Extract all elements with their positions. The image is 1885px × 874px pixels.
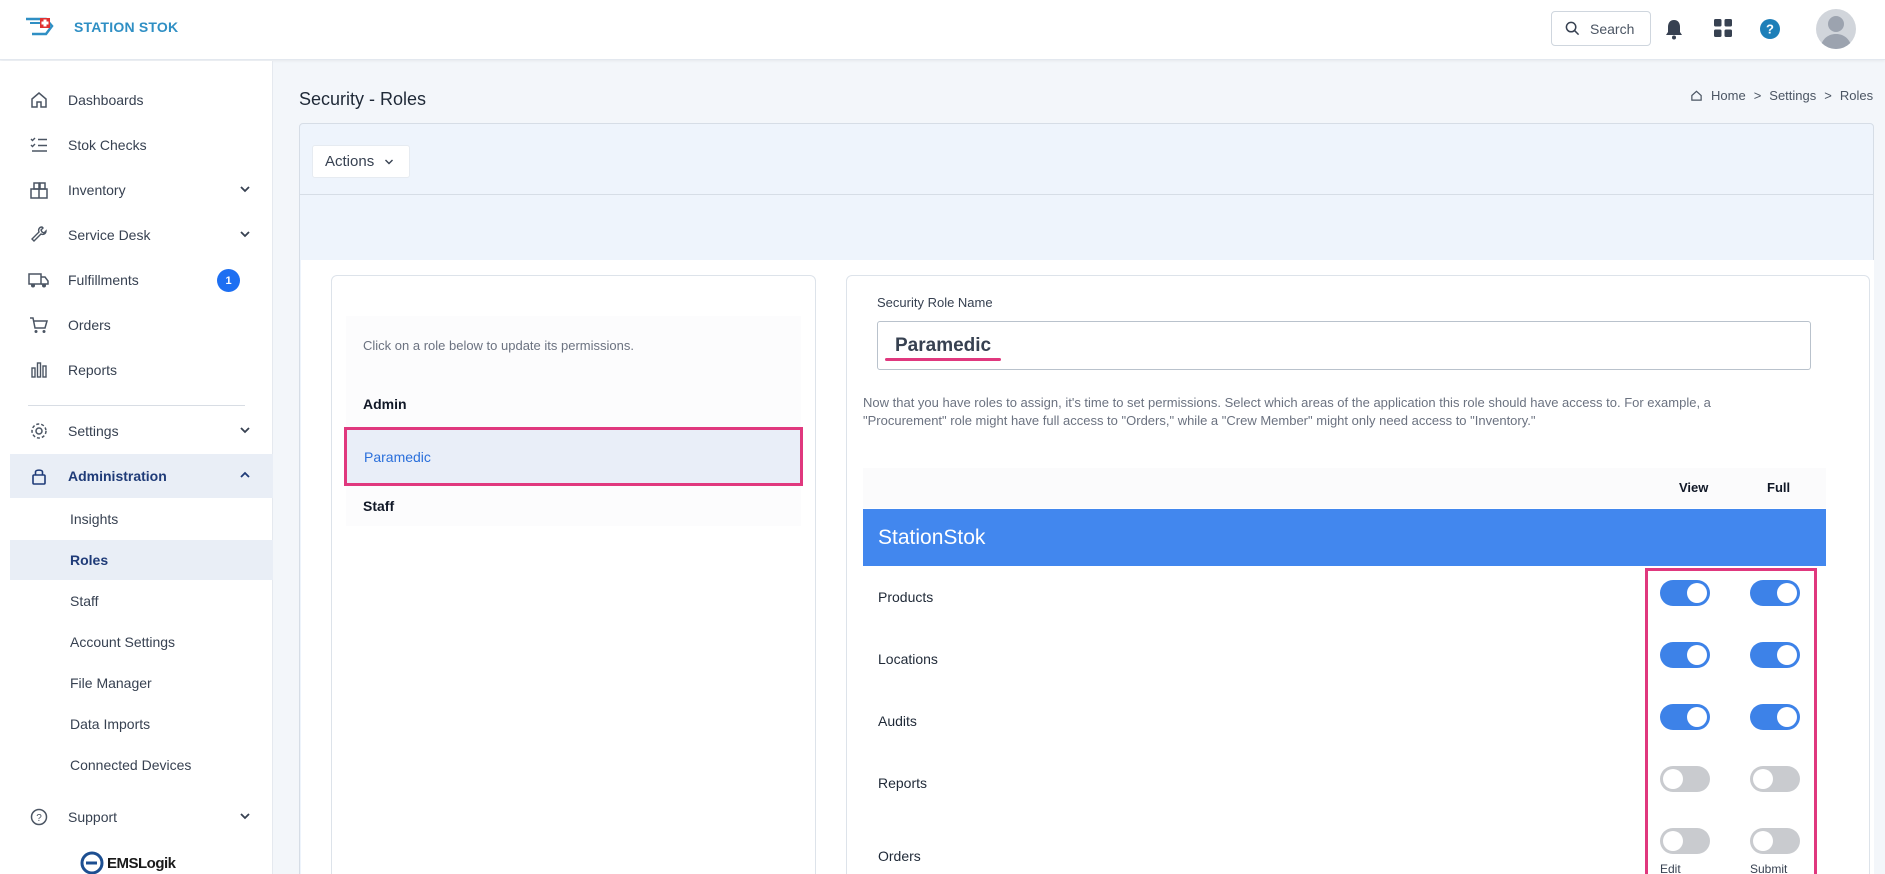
sidebar-item-fulfillments[interactable]: Fulfillments 1: [10, 258, 273, 302]
sidebar-item-inventory[interactable]: Inventory: [10, 168, 273, 212]
breadcrumb-home[interactable]: Home: [1711, 88, 1746, 103]
sidebar-item-label: Fulfillments: [68, 272, 139, 288]
chevron-up-icon: [240, 471, 250, 478]
sidebar-item-label: Reports: [68, 362, 118, 378]
roles-panel: Click on a role below to update its perm…: [331, 275, 816, 874]
actions-dropdown[interactable]: Actions: [312, 145, 410, 178]
user-icon: [1820, 16, 1852, 49]
permissions-description: Now that you have roles to assign, it's …: [863, 395, 1711, 428]
sidebar-item-settings[interactable]: Settings: [10, 409, 273, 453]
sidebar-item-label: Stok Checks: [68, 137, 147, 153]
sidebar-item-label: Orders: [68, 317, 111, 333]
permission-label: Locations: [878, 651, 938, 667]
cart-icon: [28, 314, 50, 336]
sidebar-item-label: Inventory: [68, 182, 126, 198]
role-item-paramedic[interactable]: Paramedic: [344, 427, 803, 486]
breadcrumb-settings[interactable]: Settings: [1769, 88, 1816, 103]
sidebar-item-label: Support: [68, 809, 118, 825]
bar-chart-icon: [28, 359, 50, 381]
sidebar-item-stok-checks[interactable]: Stok Checks: [10, 123, 273, 167]
roles-hint: Click on a role below to update its perm…: [363, 338, 634, 353]
help-circle-icon: ?: [28, 806, 50, 828]
sidebar-subitem-data-imports[interactable]: Data Imports: [10, 704, 273, 744]
apps-grid-icon[interactable]: [1713, 18, 1733, 38]
sidebar-item-label: Service Desk: [68, 227, 151, 243]
chevron-down-icon: [240, 813, 250, 820]
sidebar-subitem-roles[interactable]: Roles: [10, 540, 273, 580]
column-header-view: View: [1679, 480, 1709, 495]
user-avatar[interactable]: [1816, 9, 1856, 49]
sidebar-item-orders[interactable]: Orders: [10, 303, 273, 347]
checklist-icon: [28, 134, 50, 156]
chevron-down-icon: [385, 159, 394, 164]
emslogik-logo: EMSLogik: [80, 851, 176, 874]
chevron-down-icon: [240, 427, 250, 434]
gear-icon: [28, 420, 50, 442]
sidebar-item-administration[interactable]: Administration: [10, 454, 273, 498]
role-name-input[interactable]: Paramedic: [877, 321, 1811, 370]
breadcrumb-separator: >: [1824, 88, 1832, 103]
bell-icon[interactable]: [1664, 18, 1684, 40]
boxes-icon: [28, 179, 50, 201]
sidebar-subitem-file-manager[interactable]: File Manager: [10, 663, 273, 703]
help-icon[interactable]: ?: [1759, 18, 1781, 40]
sidebar-item-label: Settings: [68, 423, 119, 439]
role-item-admin[interactable]: Admin: [363, 396, 407, 412]
breadcrumb-separator: >: [1753, 88, 1762, 103]
sidebar-divider: [28, 405, 245, 406]
search-label: Search: [1590, 20, 1635, 37]
fulfillments-count-badge: 1: [217, 269, 240, 292]
permission-label: Audits: [878, 713, 917, 729]
role-item-staff[interactable]: Staff: [363, 498, 394, 514]
sidebar-item-dashboards[interactable]: Dashboards: [10, 78, 273, 122]
emslogik-mark-icon: [80, 851, 104, 874]
home-icon: [28, 89, 50, 111]
permission-label: Reports: [878, 775, 928, 791]
actions-label: Actions: [325, 153, 375, 170]
toggles-highlight-box: [1645, 568, 1817, 874]
breadcrumb: Home > Settings > Roles: [1690, 88, 1873, 103]
permission-label: Products: [878, 589, 934, 605]
search-button[interactable]: Search: [1551, 11, 1651, 46]
permission-label: Orders: [878, 848, 921, 864]
breadcrumb-roles: Roles: [1839, 88, 1874, 103]
card-divider: [300, 194, 1873, 195]
role-name-label: Security Role Name: [877, 295, 993, 310]
home-icon: [1691, 90, 1702, 101]
sidebar-item-service-desk[interactable]: Service Desk: [10, 213, 273, 257]
lock-icon: [28, 465, 50, 487]
sidebar-item-label: Dashboards: [68, 92, 144, 108]
sidebar-item-reports[interactable]: Reports: [10, 348, 273, 392]
search-icon: [1565, 21, 1580, 36]
chevron-down-icon: [240, 231, 250, 238]
svg-text:?: ?: [1766, 22, 1774, 37]
svg-text:?: ?: [36, 813, 42, 824]
sidebar-item-label: Administration: [68, 468, 167, 484]
sidebar-subitem-account-settings[interactable]: Account Settings: [10, 622, 273, 662]
sidebar-subitem-staff[interactable]: Staff: [10, 581, 273, 621]
chevron-down-icon: [240, 186, 250, 193]
truck-icon: [28, 269, 50, 291]
role-name-highlight: [885, 358, 1001, 361]
permissions-header-row: View Full: [863, 468, 1826, 508]
sidebar-subitem-insights[interactable]: Insights: [10, 499, 273, 539]
station-stok-logo[interactable]: STATION STOK: [24, 14, 178, 40]
section-header-stationstok: StationStok: [863, 509, 1826, 566]
logo-text: STATION STOK: [74, 19, 179, 35]
wrench-icon: [28, 224, 50, 246]
column-header-full: Full: [1767, 480, 1791, 495]
logo-icon: [26, 17, 54, 36]
page-title: Security - Roles: [299, 89, 427, 109]
emslogik-text: EMSLogik: [107, 854, 176, 872]
sidebar: Dashboards Stok Checks Inventory Service…: [0, 61, 273, 874]
top-bar: STATION STOK Search ?: [0, 0, 1885, 60]
sidebar-subitem-connected-devices[interactable]: Connected Devices: [10, 745, 273, 785]
sidebar-item-support[interactable]: ? Support: [10, 795, 273, 839]
